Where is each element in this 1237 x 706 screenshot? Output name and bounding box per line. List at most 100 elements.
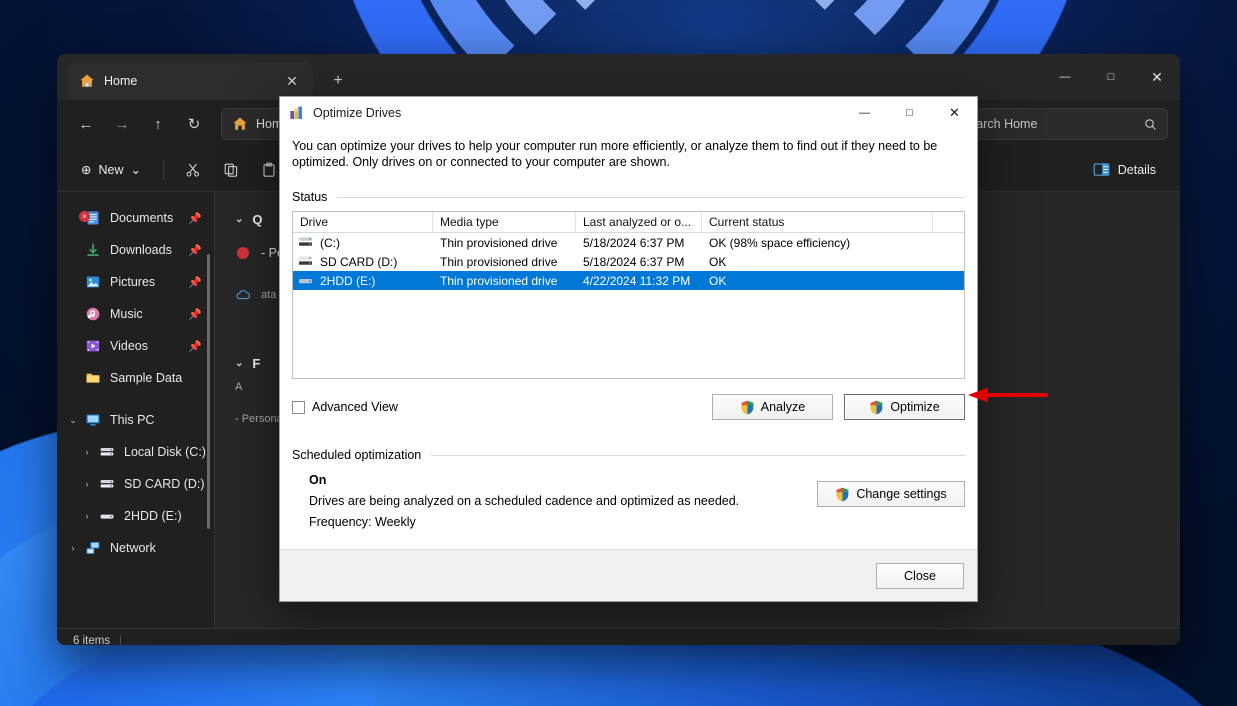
drive-icon bbox=[298, 236, 314, 249]
sidebar-item-documents[interactable]: × Documents 📌 bbox=[57, 202, 214, 234]
uac-shield-icon bbox=[740, 400, 755, 415]
forward-button[interactable]: → bbox=[105, 108, 139, 140]
error-icon bbox=[235, 245, 251, 261]
minimize-button[interactable]: — bbox=[1042, 54, 1088, 100]
dialog-close-button[interactable]: ✕ bbox=[932, 97, 977, 128]
column-header-filler bbox=[933, 212, 964, 232]
up-button[interactable]: ↑ bbox=[141, 108, 175, 140]
sidebar-item-downloads[interactable]: Downloads 📌 bbox=[57, 234, 214, 266]
sidebar-item-videos[interactable]: Videos 📌 bbox=[57, 330, 214, 362]
chevron-down-icon[interactable]: ⌄ bbox=[235, 358, 243, 369]
new-button[interactable]: ⊕ New ⌄ bbox=[71, 155, 151, 185]
chevron-down-icon[interactable]: ⌄ bbox=[235, 214, 243, 225]
cut-button[interactable] bbox=[176, 155, 210, 185]
chevron-right-icon[interactable]: › bbox=[67, 543, 79, 553]
checkbox-box[interactable] bbox=[292, 401, 305, 414]
change-settings-button[interactable]: Change settings bbox=[817, 481, 965, 507]
network-icon bbox=[85, 540, 101, 556]
drive-icon bbox=[99, 476, 115, 492]
tab-close-button[interactable]: ✕ bbox=[279, 68, 305, 94]
group-title: F bbox=[252, 356, 260, 371]
pin-icon: 📌 bbox=[188, 244, 202, 257]
cell-current-status: OK (98% space efficiency) bbox=[702, 233, 933, 252]
sidebar-item-this-pc[interactable]: ⌄ This PC bbox=[57, 404, 214, 436]
dialog-content: You can optimize your drives to help you… bbox=[280, 128, 977, 549]
sidebar-item-pictures[interactable]: Pictures 📌 bbox=[57, 266, 214, 298]
section-divider bbox=[431, 455, 965, 456]
tab-title: Home bbox=[104, 74, 270, 88]
cell-drive: 2HDD (E:) bbox=[293, 271, 433, 290]
sidebar-item-sd-card-d[interactable]: › SD CARD (D:) bbox=[57, 468, 214, 500]
new-tab-button[interactable]: + bbox=[325, 68, 351, 94]
column-header-drive[interactable]: Drive bbox=[293, 212, 433, 232]
refresh-button[interactable]: ↻ bbox=[177, 108, 211, 140]
sidebar-item-label: Downloads bbox=[110, 243, 172, 257]
uac-shield-icon bbox=[835, 487, 850, 502]
drives-table[interactable]: Drive Media type Last analyzed or o... C… bbox=[292, 211, 965, 379]
column-header-current-status[interactable]: Current status bbox=[702, 212, 933, 232]
analyze-button-label: Analyze bbox=[761, 400, 805, 414]
clipboard-icon bbox=[261, 162, 277, 178]
search-icon bbox=[1144, 118, 1157, 131]
sidebar-item-label: SD CARD (D:) bbox=[124, 477, 205, 491]
group-title: Q bbox=[252, 212, 262, 227]
pin-icon: 📌 bbox=[188, 308, 202, 321]
tab-home[interactable]: Home ✕ bbox=[67, 62, 313, 100]
cell-drive-label: 2HDD (E:) bbox=[320, 274, 375, 288]
optimize-drives-dialog: Optimize Drives — □ ✕ You can optimize y… bbox=[279, 96, 978, 602]
chevron-right-icon[interactable]: › bbox=[81, 479, 93, 489]
sidebar-item-label: This PC bbox=[110, 413, 154, 427]
navigation-pane: × Documents 📌 Downloads 📌 bbox=[57, 192, 214, 628]
drive-icon bbox=[99, 508, 115, 524]
table-row-selected[interactable]: 2HDD (E:) Thin provisioned drive 4/22/20… bbox=[293, 271, 964, 290]
copy-button[interactable] bbox=[214, 155, 248, 185]
sidebar-item-label: Sample Data bbox=[110, 371, 182, 385]
dialog-minimize-button[interactable]: — bbox=[842, 97, 887, 128]
sidebar-item-label: Documents bbox=[110, 211, 173, 225]
optimize-button[interactable]: Optimize bbox=[844, 394, 965, 420]
details-button[interactable]: Details bbox=[1083, 155, 1166, 185]
chevron-down-icon[interactable]: ⌄ bbox=[67, 415, 79, 426]
dialog-titlebar: Optimize Drives — □ ✕ bbox=[280, 97, 977, 128]
list-item-sub: A bbox=[235, 381, 242, 393]
home-icon bbox=[79, 73, 95, 89]
this-pc-icon bbox=[85, 412, 101, 428]
analyze-button[interactable]: Analyze bbox=[712, 394, 833, 420]
advanced-view-checkbox[interactable]: Advanced View bbox=[292, 400, 398, 414]
maximize-button[interactable]: □ bbox=[1088, 54, 1134, 100]
copy-icon bbox=[223, 162, 239, 178]
dialog-maximize-button[interactable]: □ bbox=[887, 97, 932, 128]
table-row[interactable]: (C:) Thin provisioned drive 5/18/2024 6:… bbox=[293, 233, 964, 252]
cell-filler bbox=[933, 271, 964, 290]
sidebar-item-network[interactable]: › Network bbox=[57, 532, 214, 564]
cloud-icon bbox=[235, 287, 251, 303]
drive-icon bbox=[298, 255, 314, 268]
status-section-header: Status bbox=[292, 190, 965, 204]
dialog-intro-text: You can optimize your drives to help you… bbox=[292, 136, 965, 170]
close-button[interactable]: ✕ bbox=[1134, 54, 1180, 100]
cell-current-status: OK bbox=[702, 271, 933, 290]
chevron-right-icon[interactable]: › bbox=[81, 447, 93, 457]
optimize-button-label: Optimize bbox=[890, 400, 939, 414]
videos-icon bbox=[85, 338, 101, 354]
sidebar-item-2hdd-e[interactable]: › 2HDD (E:) bbox=[57, 500, 214, 532]
explorer-window-controls: — □ ✕ bbox=[1042, 54, 1180, 100]
back-button[interactable]: ← bbox=[69, 108, 103, 140]
search-input[interactable]: Search Home bbox=[950, 108, 1168, 140]
sidebar-item-sample-data[interactable]: Sample Data bbox=[57, 362, 214, 394]
column-header-last-analyzed[interactable]: Last analyzed or o... bbox=[576, 212, 702, 232]
chevron-right-icon[interactable]: › bbox=[81, 511, 93, 521]
sidebar-item-local-disk-c[interactable]: › Local Disk (C:) bbox=[57, 436, 214, 468]
column-header-media-type[interactable]: Media type bbox=[433, 212, 576, 232]
drive-icon bbox=[99, 444, 115, 460]
details-button-label: Details bbox=[1118, 163, 1156, 177]
sidebar-item-label: Network bbox=[110, 541, 156, 555]
sidebar-item-music[interactable]: Music 📌 bbox=[57, 298, 214, 330]
pictures-icon bbox=[85, 274, 101, 290]
cell-last-analyzed: 4/22/2024 11:32 PM bbox=[576, 271, 702, 290]
pin-icon: 📌 bbox=[188, 212, 202, 225]
dialog-footer: Close bbox=[280, 549, 977, 601]
close-dialog-button[interactable]: Close bbox=[876, 563, 964, 589]
table-row[interactable]: SD CARD (D:) Thin provisioned drive 5/18… bbox=[293, 252, 964, 271]
close-dialog-label: Close bbox=[904, 569, 936, 583]
